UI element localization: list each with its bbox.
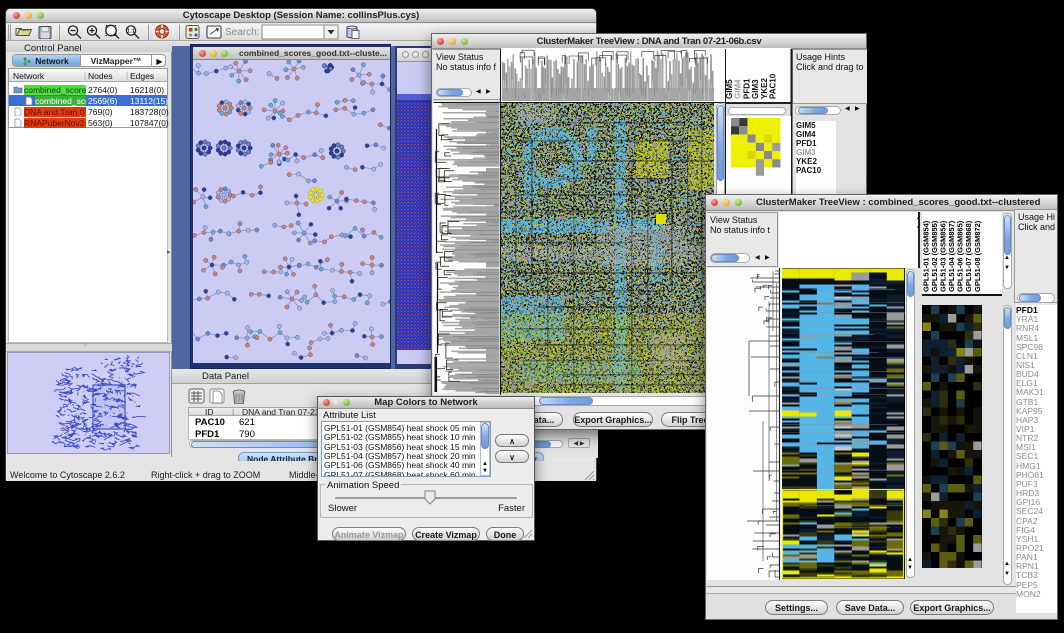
svg-text:1:1: 1:1 xyxy=(127,29,135,35)
svg-text:GPL51-08 (GSM872): GPL51-08 (GSM872) xyxy=(973,220,982,292)
svg-text:Search:: Search: xyxy=(225,27,259,38)
